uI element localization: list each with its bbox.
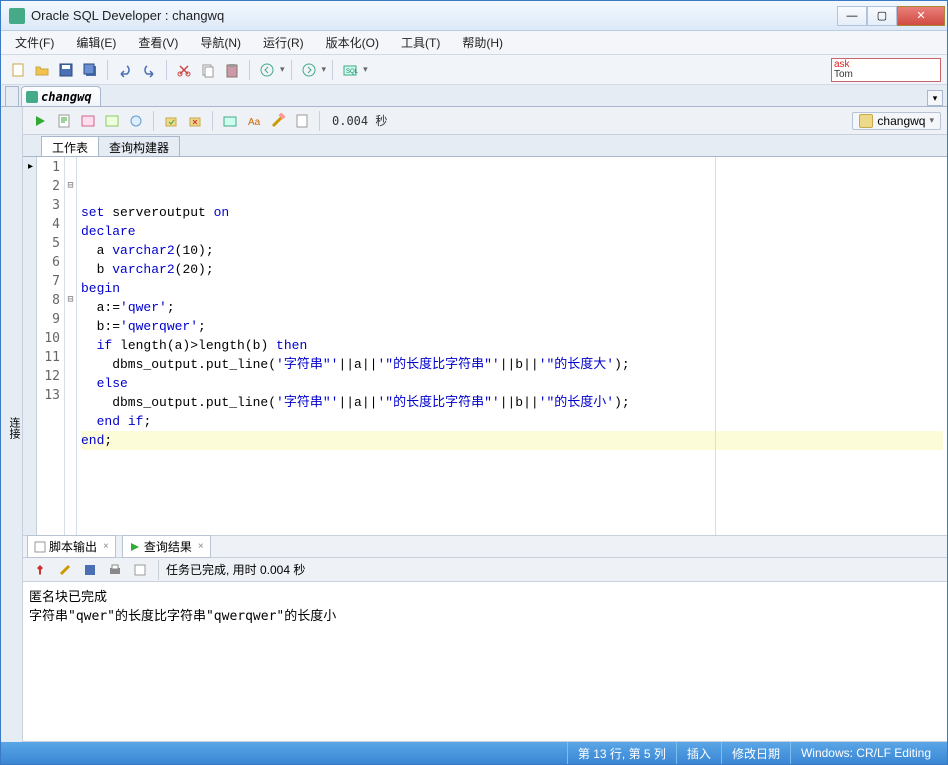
case-button[interactable]: Aa <box>243 110 265 132</box>
menu-navigate[interactable]: 导航(N) <box>194 32 247 53</box>
sql-history-button[interactable] <box>291 110 313 132</box>
back-button[interactable] <box>256 59 278 81</box>
statusbar: 第 13 行, 第 5 列 插入 修改日期 Windows: CR/LF Edi… <box>1 742 947 764</box>
script-icon <box>34 541 46 553</box>
save-all-button[interactable] <box>79 59 101 81</box>
paste-button[interactable] <box>221 59 243 81</box>
forward-dropdown-icon[interactable]: ▾ <box>322 64 327 75</box>
menu-version[interactable]: 版本化(O) <box>320 32 385 53</box>
document-tab-label: changwq <box>41 90 92 104</box>
connection-selector[interactable]: changwq ▾ <box>852 112 941 130</box>
maximize-button[interactable]: ▢ <box>867 6 897 26</box>
code-editor: ▸ 12345678910111213 ⊟⊟ set serveroutput … <box>23 157 947 536</box>
titlebar: Oracle SQL Developer : changwq — ▢ ✕ <box>1 1 947 31</box>
right-margin-line <box>715 157 716 535</box>
document-tab[interactable]: changwq <box>21 86 101 106</box>
unshared-worksheet-button[interactable] <box>219 110 241 132</box>
tab-query-results[interactable]: 查询结果 × <box>122 535 211 558</box>
database-drum-icon <box>859 114 873 128</box>
tab-script-output[interactable]: 脚本输出 × <box>27 535 116 558</box>
tab-worksheet[interactable]: 工作表 <box>41 136 99 156</box>
tab-query-builder[interactable]: 查询构建器 <box>98 136 180 156</box>
sql-worksheet-button[interactable]: SQL <box>339 59 361 81</box>
sql-dropdown-icon[interactable]: ▾ <box>363 64 368 75</box>
svg-text:Aa: Aa <box>248 117 261 128</box>
tab-handle-icon[interactable] <box>5 86 19 106</box>
menu-file[interactable]: 文件(F) <box>9 32 60 53</box>
window-title: Oracle SQL Developer : changwq <box>31 8 837 23</box>
fold-column[interactable]: ⊟⊟ <box>65 157 77 535</box>
menu-run[interactable]: 运行(R) <box>257 32 310 53</box>
menu-help[interactable]: 帮助(H) <box>456 32 509 53</box>
menubar: 文件(F) 编辑(E) 查看(V) 导航(N) 运行(R) 版本化(O) 工具(… <box>1 31 947 55</box>
app-window: Oracle SQL Developer : changwq — ▢ ✕ 文件(… <box>0 0 948 765</box>
main-toolbar: ▾ ▾ SQL ▾ ask Tom <box>1 55 947 85</box>
sql-tuning-button[interactable] <box>125 110 147 132</box>
connection-name: changwq <box>877 114 925 128</box>
database-icon <box>26 91 38 103</box>
status-encoding: Windows: CR/LF Editing <box>790 742 941 764</box>
execution-time: 0.004 秒 <box>332 112 387 129</box>
output-text[interactable]: 匿名块已完成字符串"qwer"的长度比字符串"qwerqwer"的长度小 <box>23 582 947 742</box>
close-tab-icon[interactable]: × <box>103 541 109 552</box>
run-script-button[interactable] <box>53 110 75 132</box>
open-button[interactable] <box>31 59 53 81</box>
play-icon <box>129 541 141 553</box>
redo-button[interactable] <box>138 59 160 81</box>
rollback-button[interactable] <box>184 110 206 132</box>
explain-plan-button[interactable] <box>77 110 99 132</box>
status-modified: 修改日期 <box>721 742 790 764</box>
new-button[interactable] <box>7 59 29 81</box>
commit-button[interactable] <box>160 110 182 132</box>
cut-button[interactable] <box>173 59 195 81</box>
undo-button[interactable] <box>114 59 136 81</box>
line-numbers: 12345678910111213 <box>37 157 65 535</box>
worksheet-subtabs: 工作表 查询构建器 <box>23 135 947 157</box>
menu-view[interactable]: 查看(V) <box>132 32 184 53</box>
save-output-button[interactable] <box>79 559 101 581</box>
menu-tools[interactable]: 工具(T) <box>395 32 446 53</box>
autotrace-button[interactable] <box>101 110 123 132</box>
output-toolbar: 任务已完成, 用时 0.004 秒 <box>23 558 947 582</box>
status-insert-mode: 插入 <box>676 742 721 764</box>
editor-gutter-handle[interactable]: ▸ <box>23 157 37 535</box>
document-tabstrip: changwq ▾ <box>1 85 947 107</box>
copy-button[interactable] <box>197 59 219 81</box>
left-sidebar-collapsed[interactable]: 连接 <box>1 107 23 742</box>
menu-edit[interactable]: 编辑(E) <box>70 32 122 53</box>
tabs-dropdown-button[interactable]: ▾ <box>927 90 943 106</box>
svg-text:SQL: SQL <box>346 69 358 75</box>
clear-output-button[interactable] <box>54 559 76 581</box>
print-button[interactable] <box>104 559 126 581</box>
save-button[interactable] <box>55 59 77 81</box>
close-button[interactable]: ✕ <box>897 6 945 26</box>
run-button[interactable] <box>29 110 51 132</box>
ask-tom-box[interactable]: ask Tom <box>831 58 941 82</box>
output-tabstrip: 脚本输出 × 查询结果 × <box>23 536 947 558</box>
worksheet-toolbar: Aa 0.004 秒 changwq ▾ <box>23 107 947 135</box>
close-tab-icon[interactable]: × <box>198 541 204 552</box>
clear-button[interactable] <box>267 110 289 132</box>
pin-button[interactable] <box>29 559 51 581</box>
buffer-button[interactable] <box>129 559 151 581</box>
status-cursor-pos: 第 13 行, 第 5 列 <box>567 742 676 764</box>
minimize-button[interactable]: — <box>837 6 867 26</box>
back-dropdown-icon[interactable]: ▾ <box>280 64 285 75</box>
output-status-text: 任务已完成, 用时 0.004 秒 <box>166 561 305 578</box>
app-icon <box>9 8 25 24</box>
code-body[interactable]: set serveroutput ondeclare a varchar2(10… <box>77 157 947 535</box>
forward-button[interactable] <box>298 59 320 81</box>
